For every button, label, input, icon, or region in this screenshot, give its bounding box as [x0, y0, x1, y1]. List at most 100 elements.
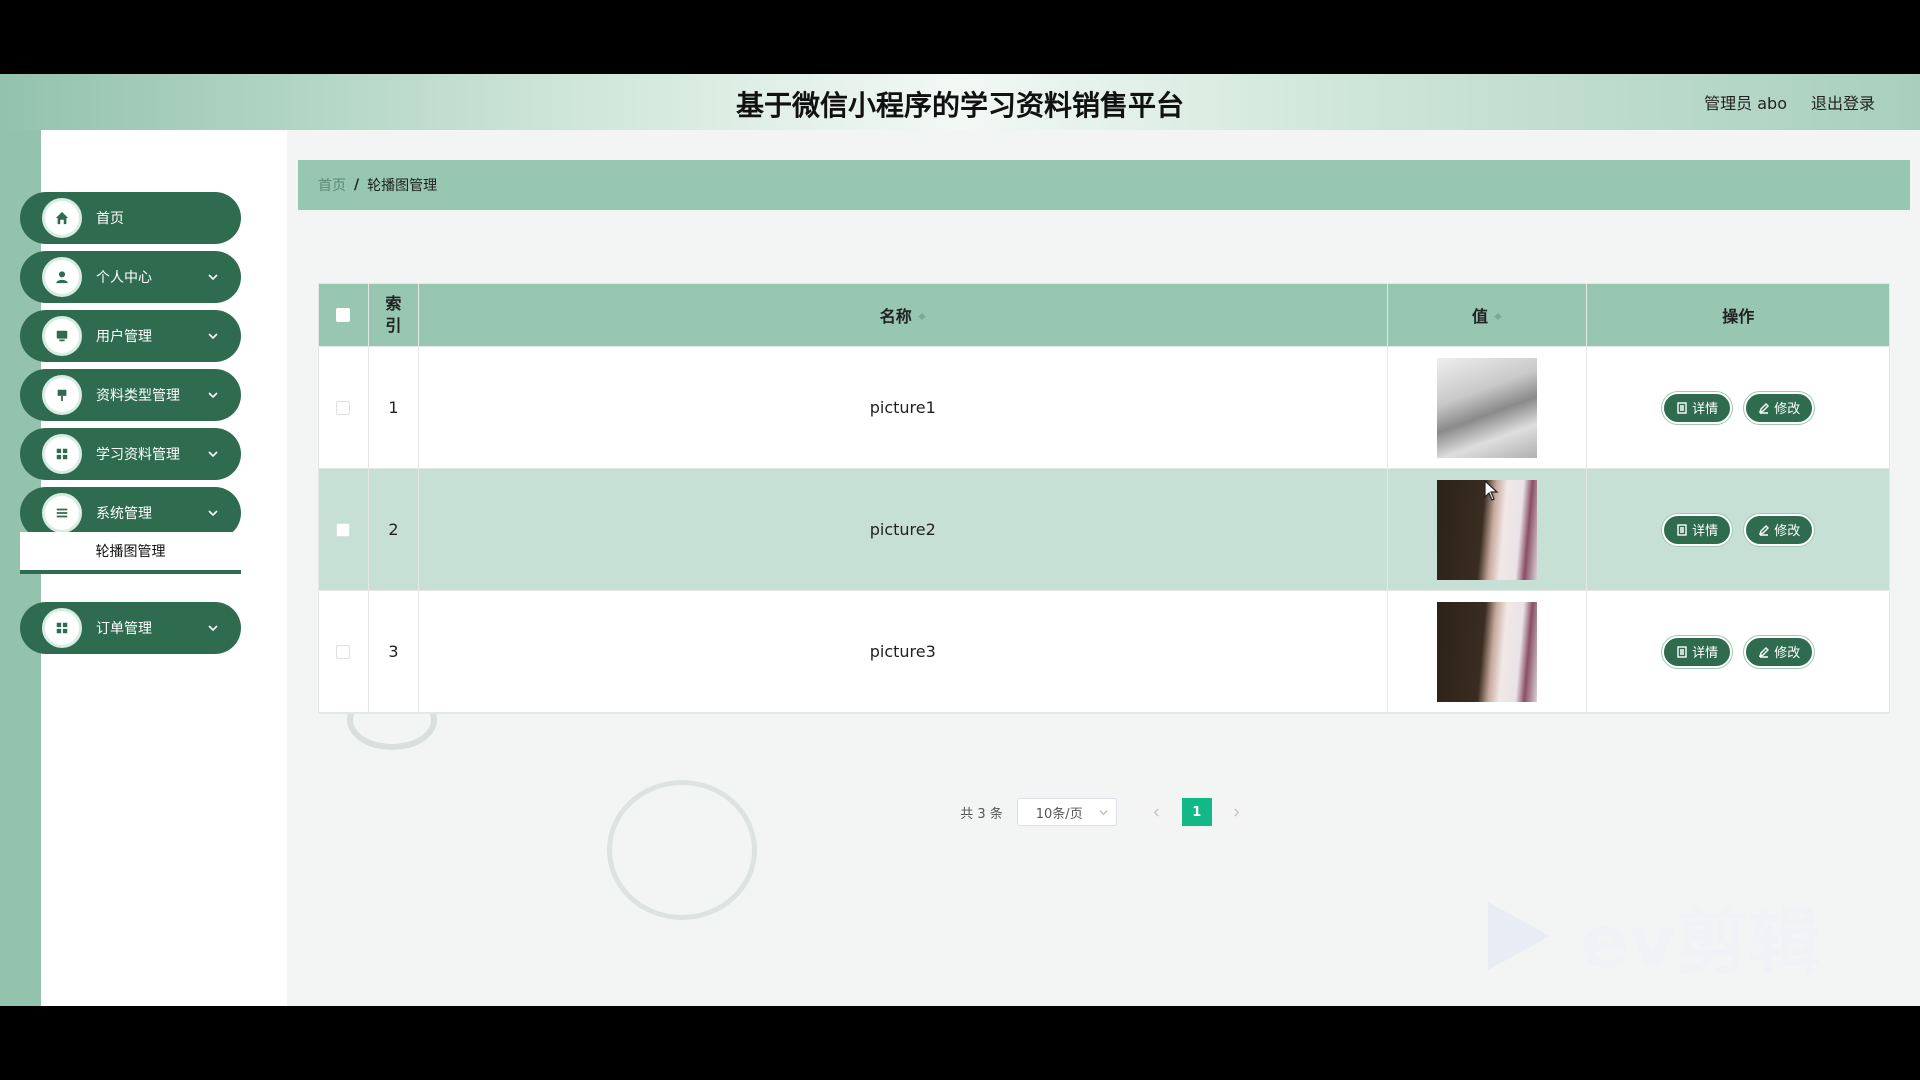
- top-header: 基于微信小程序的学习资料销售平台 管理员 abo 退出登录: [0, 74, 1920, 130]
- detail-button-label: 详情: [1692, 646, 1719, 661]
- ops-header-label: 操作: [1722, 307, 1755, 326]
- ops-header: 操作: [1587, 284, 1889, 346]
- name-header[interactable]: 名称: [419, 284, 1388, 346]
- pagination: 共 3 条 10条/页 1: [287, 798, 1920, 826]
- sidebar-item-personal-center[interactable]: 个人中心: [20, 251, 241, 303]
- chevron-down-icon: [207, 448, 219, 460]
- value-header[interactable]: 值: [1388, 284, 1588, 346]
- carousel-thumbnail[interactable]: [1437, 357, 1538, 458]
- row-ops-cell: 详情 修改: [1587, 469, 1889, 590]
- next-page-button[interactable]: [1221, 798, 1252, 826]
- breadcrumb-current: 轮播图管理: [367, 178, 438, 194]
- row-checkbox[interactable]: [336, 644, 351, 659]
- detail-button[interactable]: 详情: [1662, 513, 1733, 546]
- table-row: 3 picture3 详情 修改: [319, 591, 1889, 713]
- row-check-cell: [319, 347, 369, 468]
- edit-button-label: 修改: [1774, 524, 1801, 539]
- app-title: 基于微信小程序的学习资料销售平台: [735, 89, 1184, 122]
- sidebar: 首页 个人中心 用户管理 资料类型管理 学习资料管理 系统管理 轮播图管理 订单…: [20, 130, 287, 1006]
- submenu-item-carousel-management[interactable]: 轮播图管理: [20, 532, 241, 574]
- chevron-down-icon: [207, 507, 219, 519]
- prev-page-button[interactable]: [1141, 798, 1172, 826]
- grid-icon: [42, 608, 82, 648]
- monitor-icon: [42, 316, 82, 356]
- play-logo-icon: [1488, 901, 1551, 970]
- edit-button[interactable]: 修改: [1744, 513, 1815, 546]
- breadcrumb: 首页 / 轮播图管理: [298, 160, 1910, 210]
- user-icon: [42, 257, 82, 297]
- row-index: 1: [369, 347, 419, 468]
- sidebar-item-study-material-management[interactable]: 学习资料管理: [20, 428, 241, 480]
- app-frame: 基于微信小程序的学习资料销售平台 管理员 abo 退出登录 首页 个人中心 用户…: [0, 74, 1920, 1006]
- row-index: 2: [369, 469, 419, 590]
- table-row: 2 picture2 详情 修改: [319, 469, 1889, 591]
- chevron-left-icon: [1154, 807, 1160, 817]
- sidebar-item-label: 资料类型管理: [96, 388, 180, 404]
- carousel-table: 索引 名称 值 操作 1 picture1 详情 修改 2 picture2 详…: [318, 283, 1890, 714]
- logout-link[interactable]: 退出登录: [1811, 90, 1875, 114]
- edit-icon: [1759, 524, 1770, 536]
- value-header-label: 值: [1472, 307, 1489, 326]
- list-icon: [42, 493, 82, 533]
- index-header: 索引: [369, 284, 419, 346]
- select-all-cell: [319, 284, 369, 346]
- table-row: 1 picture1 详情 修改: [319, 347, 1889, 469]
- chevron-down-icon: [1099, 809, 1108, 815]
- sidebar-item-label: 系统管理: [96, 506, 152, 522]
- row-check-cell: [319, 469, 369, 590]
- grid-icon: [42, 434, 82, 474]
- breadcrumb-home-link[interactable]: 首页: [318, 175, 346, 195]
- sidebar-item-user-management[interactable]: 用户管理: [20, 310, 241, 362]
- chevron-right-icon: [1234, 807, 1240, 817]
- row-value-cell: [1388, 347, 1588, 468]
- sidebar-item-label: 首页: [96, 211, 124, 227]
- sidebar-item-label: 订单管理: [96, 621, 152, 637]
- watermark-text: ev剪辑: [1580, 900, 1820, 984]
- watermark: ev剪辑: [1488, 883, 1820, 988]
- carousel-thumbnail[interactable]: [1437, 601, 1538, 702]
- sort-icon[interactable]: [917, 309, 926, 321]
- row-checkbox[interactable]: [336, 400, 351, 415]
- document-icon: [1677, 401, 1687, 414]
- sidebar-item-material-type-management[interactable]: 资料类型管理: [20, 369, 241, 421]
- page-number-active[interactable]: 1: [1181, 798, 1212, 826]
- page-size-value: 10条/页: [1035, 806, 1083, 822]
- detail-button[interactable]: 详情: [1662, 391, 1733, 424]
- home-icon: [42, 198, 82, 238]
- chevron-down-icon: [207, 330, 219, 342]
- sidebar-item-label: 学习资料管理: [96, 447, 180, 463]
- edit-button[interactable]: 修改: [1744, 635, 1815, 668]
- detail-button[interactable]: 详情: [1662, 635, 1733, 668]
- edit-button-label: 修改: [1774, 402, 1801, 417]
- main-content: 首页 / 轮播图管理 索引 名称 值 操作 1 picture1 详情 修改 2…: [287, 130, 1920, 1006]
- chevron-down-icon: [207, 622, 219, 634]
- sidebar-item-home[interactable]: 首页: [20, 192, 241, 244]
- header-user-area: 管理员 abo 退出登录: [1704, 90, 1875, 114]
- row-checkbox[interactable]: [336, 522, 351, 537]
- select-all-checkbox[interactable]: [336, 308, 351, 322]
- row-ops-cell: 详情 修改: [1587, 591, 1889, 712]
- sidebar-item-label: 用户管理: [96, 329, 152, 345]
- row-name: picture2: [419, 469, 1388, 590]
- edit-icon: [1759, 646, 1770, 658]
- document-icon: [1677, 645, 1687, 658]
- row-check-cell: [319, 591, 369, 712]
- edit-button[interactable]: 修改: [1744, 391, 1815, 424]
- document-icon: [1677, 523, 1687, 536]
- name-header-label: 名称: [879, 307, 912, 326]
- sidebar-item-label: 个人中心: [96, 270, 152, 286]
- row-name: picture1: [419, 347, 1388, 468]
- page-size-select[interactable]: 10条/页: [1016, 798, 1117, 826]
- detail-button-label: 详情: [1692, 524, 1719, 539]
- index-header-label: 索引: [385, 294, 402, 335]
- admin-user-label[interactable]: 管理员 abo: [1704, 90, 1787, 114]
- edit-icon: [1759, 402, 1770, 414]
- breadcrumb-separator: /: [354, 177, 360, 193]
- detail-button-label: 详情: [1692, 402, 1719, 417]
- sort-icon[interactable]: [1494, 309, 1503, 321]
- chevron-down-icon: [207, 271, 219, 283]
- sidebar-item-order-management[interactable]: 订单管理: [20, 602, 241, 654]
- pin-icon: [42, 375, 82, 415]
- row-ops-cell: 详情 修改: [1587, 347, 1889, 468]
- row-index: 3: [369, 591, 419, 712]
